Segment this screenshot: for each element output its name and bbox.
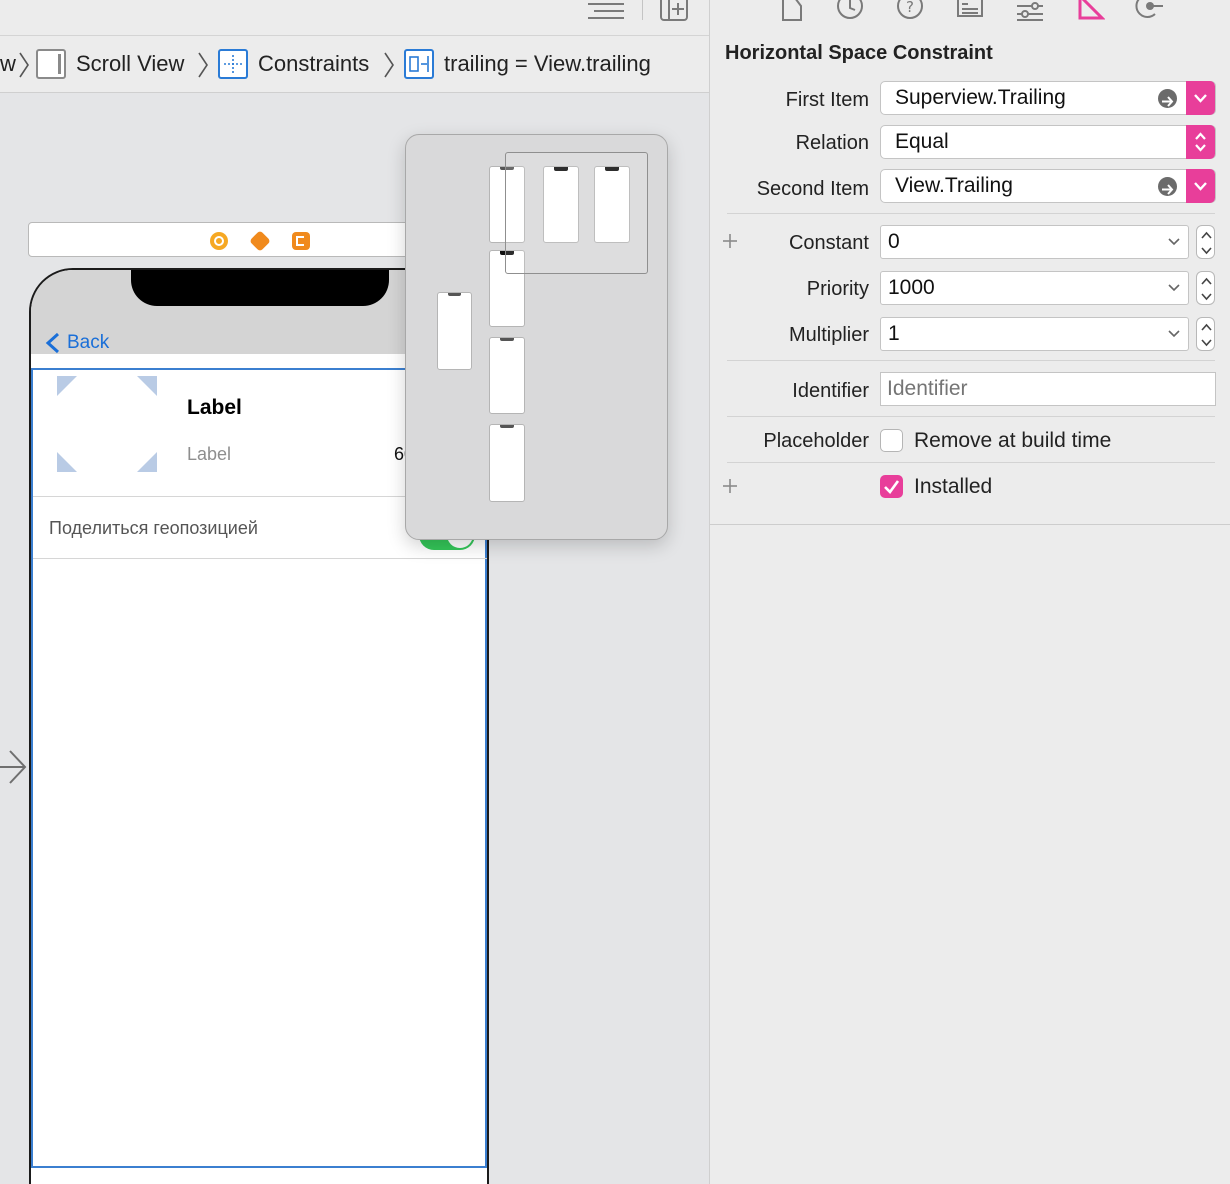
relation-popup[interactable]: Equal — [880, 125, 1216, 159]
connections-inspector-icon[interactable] — [1135, 0, 1165, 24]
svg-text:?: ? — [906, 0, 914, 16]
canvas-area: w Scroll View Constraints trailing = Vie… — [0, 0, 709, 1184]
jump-bar: w Scroll View Constraints trailing = Vie… — [0, 36, 709, 93]
second-item-popup[interactable]: View.Trailing — [880, 169, 1216, 203]
entry-point-arrow-icon[interactable] — [0, 748, 28, 786]
breadcrumb-chevron-icon — [19, 52, 29, 78]
minimap-notch — [447, 293, 462, 296]
back-button[interactable]: Back — [45, 332, 109, 354]
section-divider — [727, 462, 1215, 463]
priority-stepper[interactable] — [1196, 271, 1215, 305]
add-editor-icon[interactable] — [660, 0, 688, 22]
breadcrumb-label: trailing = View.trailing — [444, 51, 651, 76]
relation-value: Equal — [895, 130, 949, 153]
cell-subtitle-label: Label — [187, 444, 232, 464]
identifier-label: Identifier — [792, 380, 869, 402]
avatar-image-view[interactable] — [57, 376, 157, 472]
priority-label: Priority — [806, 278, 869, 300]
section-divider — [727, 416, 1215, 417]
share-location-label: Поделиться геопозицией — [49, 518, 258, 538]
breadcrumb-chevron-icon — [384, 52, 394, 78]
go-to-arrow-icon[interactable] — [1158, 177, 1177, 196]
priority-field[interactable]: 1000 — [880, 271, 1189, 305]
chevron-down-icon[interactable] — [1186, 169, 1215, 203]
minimap-viewport[interactable] — [505, 152, 648, 274]
first-responder-icon[interactable] — [249, 230, 271, 252]
breadcrumb-item-scroll-view[interactable]: Scroll View — [36, 47, 184, 81]
exit-icon[interactable] — [292, 232, 310, 250]
inspector-tab-bar: ? — [710, 0, 1230, 36]
back-button-label: Back — [67, 332, 110, 353]
editor-options-icon[interactable] — [586, 0, 626, 24]
minimap-scene[interactable] — [489, 424, 525, 502]
device-notch — [131, 270, 389, 306]
chevron-down-icon[interactable] — [1168, 330, 1180, 338]
multiplier-label: Multiplier — [788, 324, 869, 346]
remove-at-build-time-label: Remove at build time — [914, 429, 1112, 452]
chevron-left-icon — [45, 332, 60, 354]
scene-dock — [28, 222, 423, 257]
identifier-field[interactable] — [880, 372, 1216, 406]
relation-label: Relation — [795, 132, 869, 154]
cell-title-label: Label — [187, 396, 242, 419]
breadcrumb-label: w — [0, 51, 16, 76]
first-item-value: Superview.Trailing — [895, 86, 1066, 109]
multiplier-field[interactable]: 1 — [880, 317, 1189, 351]
toolbar-divider — [642, 0, 643, 20]
identity-inspector-icon[interactable] — [955, 0, 985, 24]
attributes-inspector: ? Horizontal Space Constraint First Item… — [709, 0, 1230, 1184]
trailing-constraint-icon — [404, 49, 434, 79]
constant-label: Constant — [788, 232, 869, 254]
installed-checkbox[interactable] — [880, 475, 903, 498]
breadcrumb-item-constraints[interactable]: Constraints — [218, 47, 369, 81]
breadcrumb-item-trailing-constraint[interactable]: trailing = View.trailing — [404, 47, 651, 81]
size-inspector-icon[interactable] — [1075, 0, 1105, 24]
constant-field[interactable]: 0 — [880, 225, 1189, 259]
multiplier-value: 1 — [888, 322, 900, 345]
breadcrumb-item-view[interactable]: w — [0, 47, 16, 81]
first-item-popup[interactable]: Superview.Trailing — [880, 81, 1216, 115]
minimap-scene[interactable] — [489, 337, 525, 414]
breadcrumb-chevron-icon — [198, 52, 208, 78]
chevron-down-icon[interactable] — [1168, 238, 1180, 246]
minimap-notch — [500, 425, 514, 428]
breadcrumb-label: Constraints — [258, 51, 370, 76]
inspector-section-title: Horizontal Space Constraint — [725, 42, 993, 64]
add-variation-icon[interactable] — [722, 233, 738, 249]
section-divider — [710, 524, 1230, 525]
cell-separator — [33, 558, 487, 559]
help-inspector-icon[interactable]: ? — [895, 0, 925, 24]
history-inspector-icon[interactable] — [835, 0, 865, 24]
minimap-scene[interactable] — [437, 292, 472, 370]
attributes-inspector-icon[interactable] — [1015, 0, 1045, 24]
remove-at-build-time-checkbox[interactable] — [880, 429, 903, 452]
second-item-value: View.Trailing — [895, 174, 1013, 197]
minimap-notch — [500, 338, 514, 341]
constant-value: 0 — [888, 230, 900, 253]
checkmark-icon — [884, 480, 900, 494]
chevron-down-icon[interactable] — [1168, 284, 1180, 292]
placeholder-label: Placeholder — [763, 430, 869, 452]
priority-value: 1000 — [888, 276, 935, 299]
image-placeholder-corners-icon — [57, 376, 157, 472]
constant-stepper[interactable] — [1196, 225, 1215, 259]
constraints-icon — [218, 49, 248, 79]
view-controller-icon[interactable] — [210, 232, 228, 250]
first-item-label: First Item — [785, 89, 869, 111]
installed-label: Installed — [914, 475, 993, 498]
scroll-view-icon — [36, 49, 66, 79]
file-inspector-icon[interactable] — [777, 0, 807, 24]
section-divider — [727, 360, 1215, 361]
chevron-down-icon[interactable] — [1186, 81, 1215, 115]
add-variation-icon[interactable] — [722, 478, 738, 494]
go-to-arrow-icon[interactable] — [1158, 89, 1177, 108]
breadcrumb-label: Scroll View — [76, 51, 185, 76]
up-down-chevron-icon[interactable] — [1186, 125, 1215, 159]
editor-toolbar — [0, 0, 709, 36]
section-divider — [727, 213, 1215, 214]
second-item-label: Second Item — [756, 178, 869, 200]
multiplier-stepper[interactable] — [1196, 317, 1215, 351]
